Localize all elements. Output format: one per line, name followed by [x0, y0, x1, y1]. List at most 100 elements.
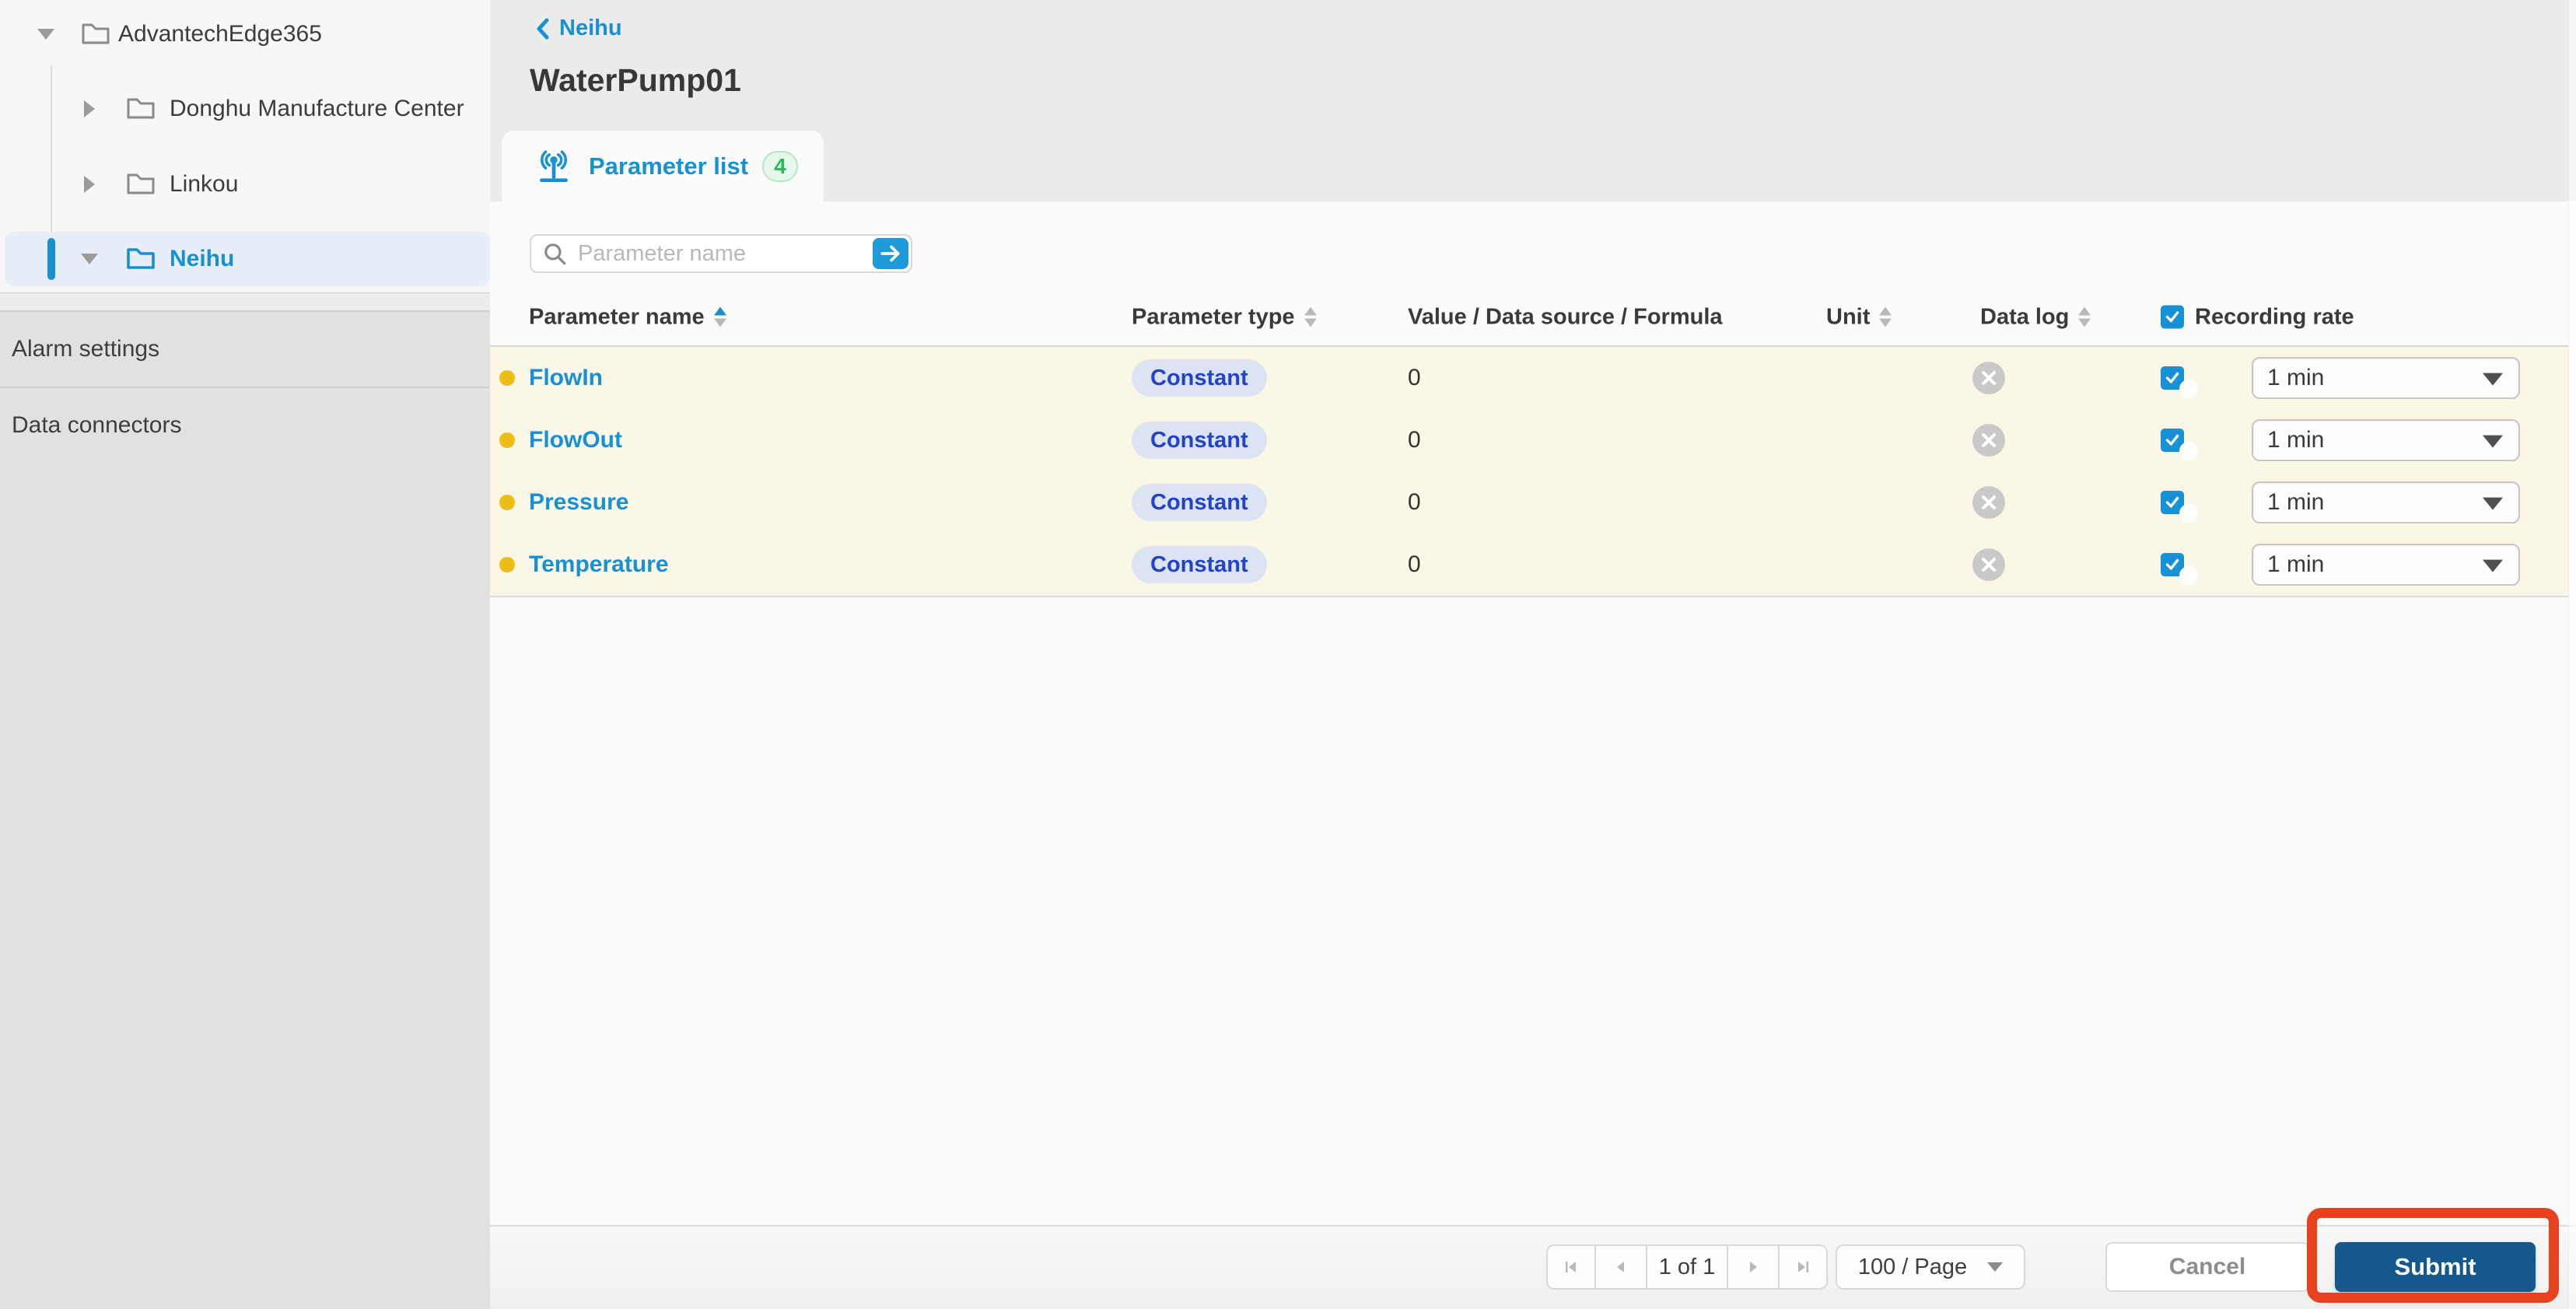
parameter-count-badge: 4	[762, 151, 798, 182]
column-header-parameter-name[interactable]: Parameter name	[529, 304, 726, 330]
column-header-unit[interactable]: Unit	[1826, 304, 1892, 330]
status-dot-icon	[499, 370, 515, 386]
tab-label: Parameter list	[589, 152, 748, 180]
x-icon	[1979, 555, 1998, 574]
recording-rate-dropdown[interactable]: 1 min	[2252, 481, 2520, 523]
cancel-button[interactable]: Cancel	[2105, 1242, 2309, 1292]
column-header-parameter-type[interactable]: Parameter type	[1132, 304, 1317, 330]
data-log-disabled-icon[interactable]	[1972, 486, 2005, 519]
sidebar-divider	[0, 293, 490, 312]
parameter-value: 0	[1408, 489, 1421, 516]
sidebar-lower-menu: Alarm settings Data connectors	[0, 292, 490, 1309]
sort-icon[interactable]	[2078, 307, 2091, 327]
breadcrumb-back[interactable]: Neihu	[534, 16, 622, 41]
check-icon	[2164, 432, 2181, 449]
page-size-dropdown[interactable]: 100 / Page	[1836, 1244, 2025, 1290]
parameter-name-link[interactable]: Pressure	[529, 489, 628, 516]
tree-item-linkou[interactable]: Linkou	[0, 158, 490, 211]
parameter-type-badge: Constant	[1132, 359, 1267, 397]
caret-right-icon[interactable]	[84, 100, 95, 117]
caret-right-icon[interactable]	[84, 176, 95, 193]
caret-down-icon[interactable]	[37, 29, 54, 40]
recording-rate-dropdown[interactable]: 1 min	[2252, 419, 2520, 461]
caret-down-icon	[2483, 373, 2503, 386]
tree-item-label: Neihu	[170, 246, 234, 272]
check-icon	[2164, 494, 2181, 511]
sidebar-item-alarm-settings[interactable]: Alarm settings	[0, 312, 490, 388]
submit-button[interactable]: Submit	[2335, 1242, 2536, 1292]
caret-down-icon	[2483, 560, 2503, 572]
table-row: FlowOut Constant 0 1 min	[490, 409, 2569, 473]
first-page-icon	[1562, 1258, 1580, 1276]
tree-item-label: Linkou	[170, 171, 238, 198]
x-icon	[1979, 431, 1998, 450]
prev-page-button[interactable]	[1594, 1246, 1646, 1288]
sidebar-item-data-connectors[interactable]: Data connectors	[0, 388, 490, 463]
data-log-disabled-icon[interactable]	[1972, 424, 2005, 457]
tab-parameter-list[interactable]: Parameter list 4	[502, 131, 824, 201]
tree-item-advantechedge365[interactable]: AdvantechEdge365	[0, 8, 490, 61]
tree-item-neihu[interactable]: Neihu	[0, 233, 490, 285]
caret-down-icon	[2483, 498, 2503, 510]
parameter-value: 0	[1408, 427, 1421, 453]
sort-icon-ascending[interactable]	[714, 307, 726, 327]
check-icon	[2164, 309, 2181, 326]
parameter-name-link[interactable]: FlowIn	[529, 365, 603, 391]
folder-icon	[126, 95, 156, 124]
sidebar: AdvantechEdge365 Donghu Manufacture Cent…	[0, 0, 491, 1309]
sidebar-item-label: Data connectors	[12, 412, 181, 439]
tab-content-panel: Parameter name Parameter type Value / Da…	[490, 201, 2576, 1227]
parameter-type-badge: Constant	[1132, 546, 1267, 583]
folder-icon	[126, 170, 156, 199]
page-title: WaterPump01	[530, 62, 741, 99]
parameter-value: 0	[1408, 551, 1421, 578]
main-panel: Neihu WaterPump01 Parameter list 4	[490, 0, 2576, 1309]
tree-item-label: Donghu Manufacture Center	[170, 96, 464, 122]
last-page-button[interactable]	[1778, 1246, 1826, 1288]
parameter-type-badge: Constant	[1132, 484, 1267, 521]
breadcrumb-label: Neihu	[559, 16, 622, 41]
recording-rate-dropdown[interactable]: 1 min	[2252, 357, 2520, 399]
parameter-name-link[interactable]: Temperature	[529, 551, 669, 578]
app-window: AdvantechEdge365 Donghu Manufacture Cent…	[0, 0, 2576, 1309]
last-page-icon	[1794, 1258, 1812, 1276]
scrollbar-track[interactable]	[2568, 0, 2576, 1309]
sort-icon[interactable]	[1304, 307, 1317, 327]
check-icon	[2164, 369, 2181, 387]
x-icon	[1979, 493, 1998, 512]
column-header-data-log[interactable]: Data log	[1980, 304, 2091, 330]
parameter-name-link[interactable]: FlowOut	[529, 427, 622, 453]
next-page-icon	[1744, 1258, 1762, 1276]
sort-icon[interactable]	[1879, 307, 1892, 327]
cancel-button-label: Cancel	[2169, 1254, 2245, 1280]
status-dot-icon	[499, 432, 515, 448]
status-dot-icon	[499, 557, 515, 572]
table-row: Temperature Constant 0 1 min	[490, 534, 2569, 597]
caret-down-icon	[1987, 1262, 2003, 1272]
x-icon	[1979, 369, 1998, 387]
search-submit-button[interactable]	[873, 238, 908, 269]
chevron-left-icon	[534, 16, 551, 41]
folder-icon	[81, 20, 110, 49]
status-dot-icon	[499, 495, 515, 510]
first-page-button[interactable]	[1548, 1246, 1594, 1288]
search-input[interactable]	[576, 240, 873, 268]
data-log-disabled-icon[interactable]	[1972, 362, 2005, 394]
check-icon	[2164, 556, 2181, 573]
recording-rate-select-all-checkbox[interactable]	[2161, 306, 2184, 329]
table-row: FlowIn Constant 0 1 min	[490, 347, 2569, 411]
recording-rate-dropdown[interactable]: 1 min	[2252, 544, 2520, 586]
table-row: Pressure Constant 0 1 min	[490, 471, 2569, 535]
caret-down-icon[interactable]	[81, 254, 98, 264]
next-page-button[interactable]	[1727, 1246, 1778, 1288]
search-box	[530, 234, 912, 273]
tree-item-donghu[interactable]: Donghu Manufacture Center	[0, 82, 490, 135]
column-header-recording-rate: Recording rate	[2161, 304, 2354, 330]
parameter-value: 0	[1408, 365, 1421, 391]
page-indicator: 1 of 1	[1646, 1246, 1727, 1288]
caret-down-icon	[2483, 436, 2503, 448]
parameter-type-badge: Constant	[1132, 422, 1267, 459]
data-log-disabled-icon[interactable]	[1972, 548, 2005, 581]
arrow-right-icon	[879, 243, 902, 264]
antenna-icon	[534, 147, 573, 186]
